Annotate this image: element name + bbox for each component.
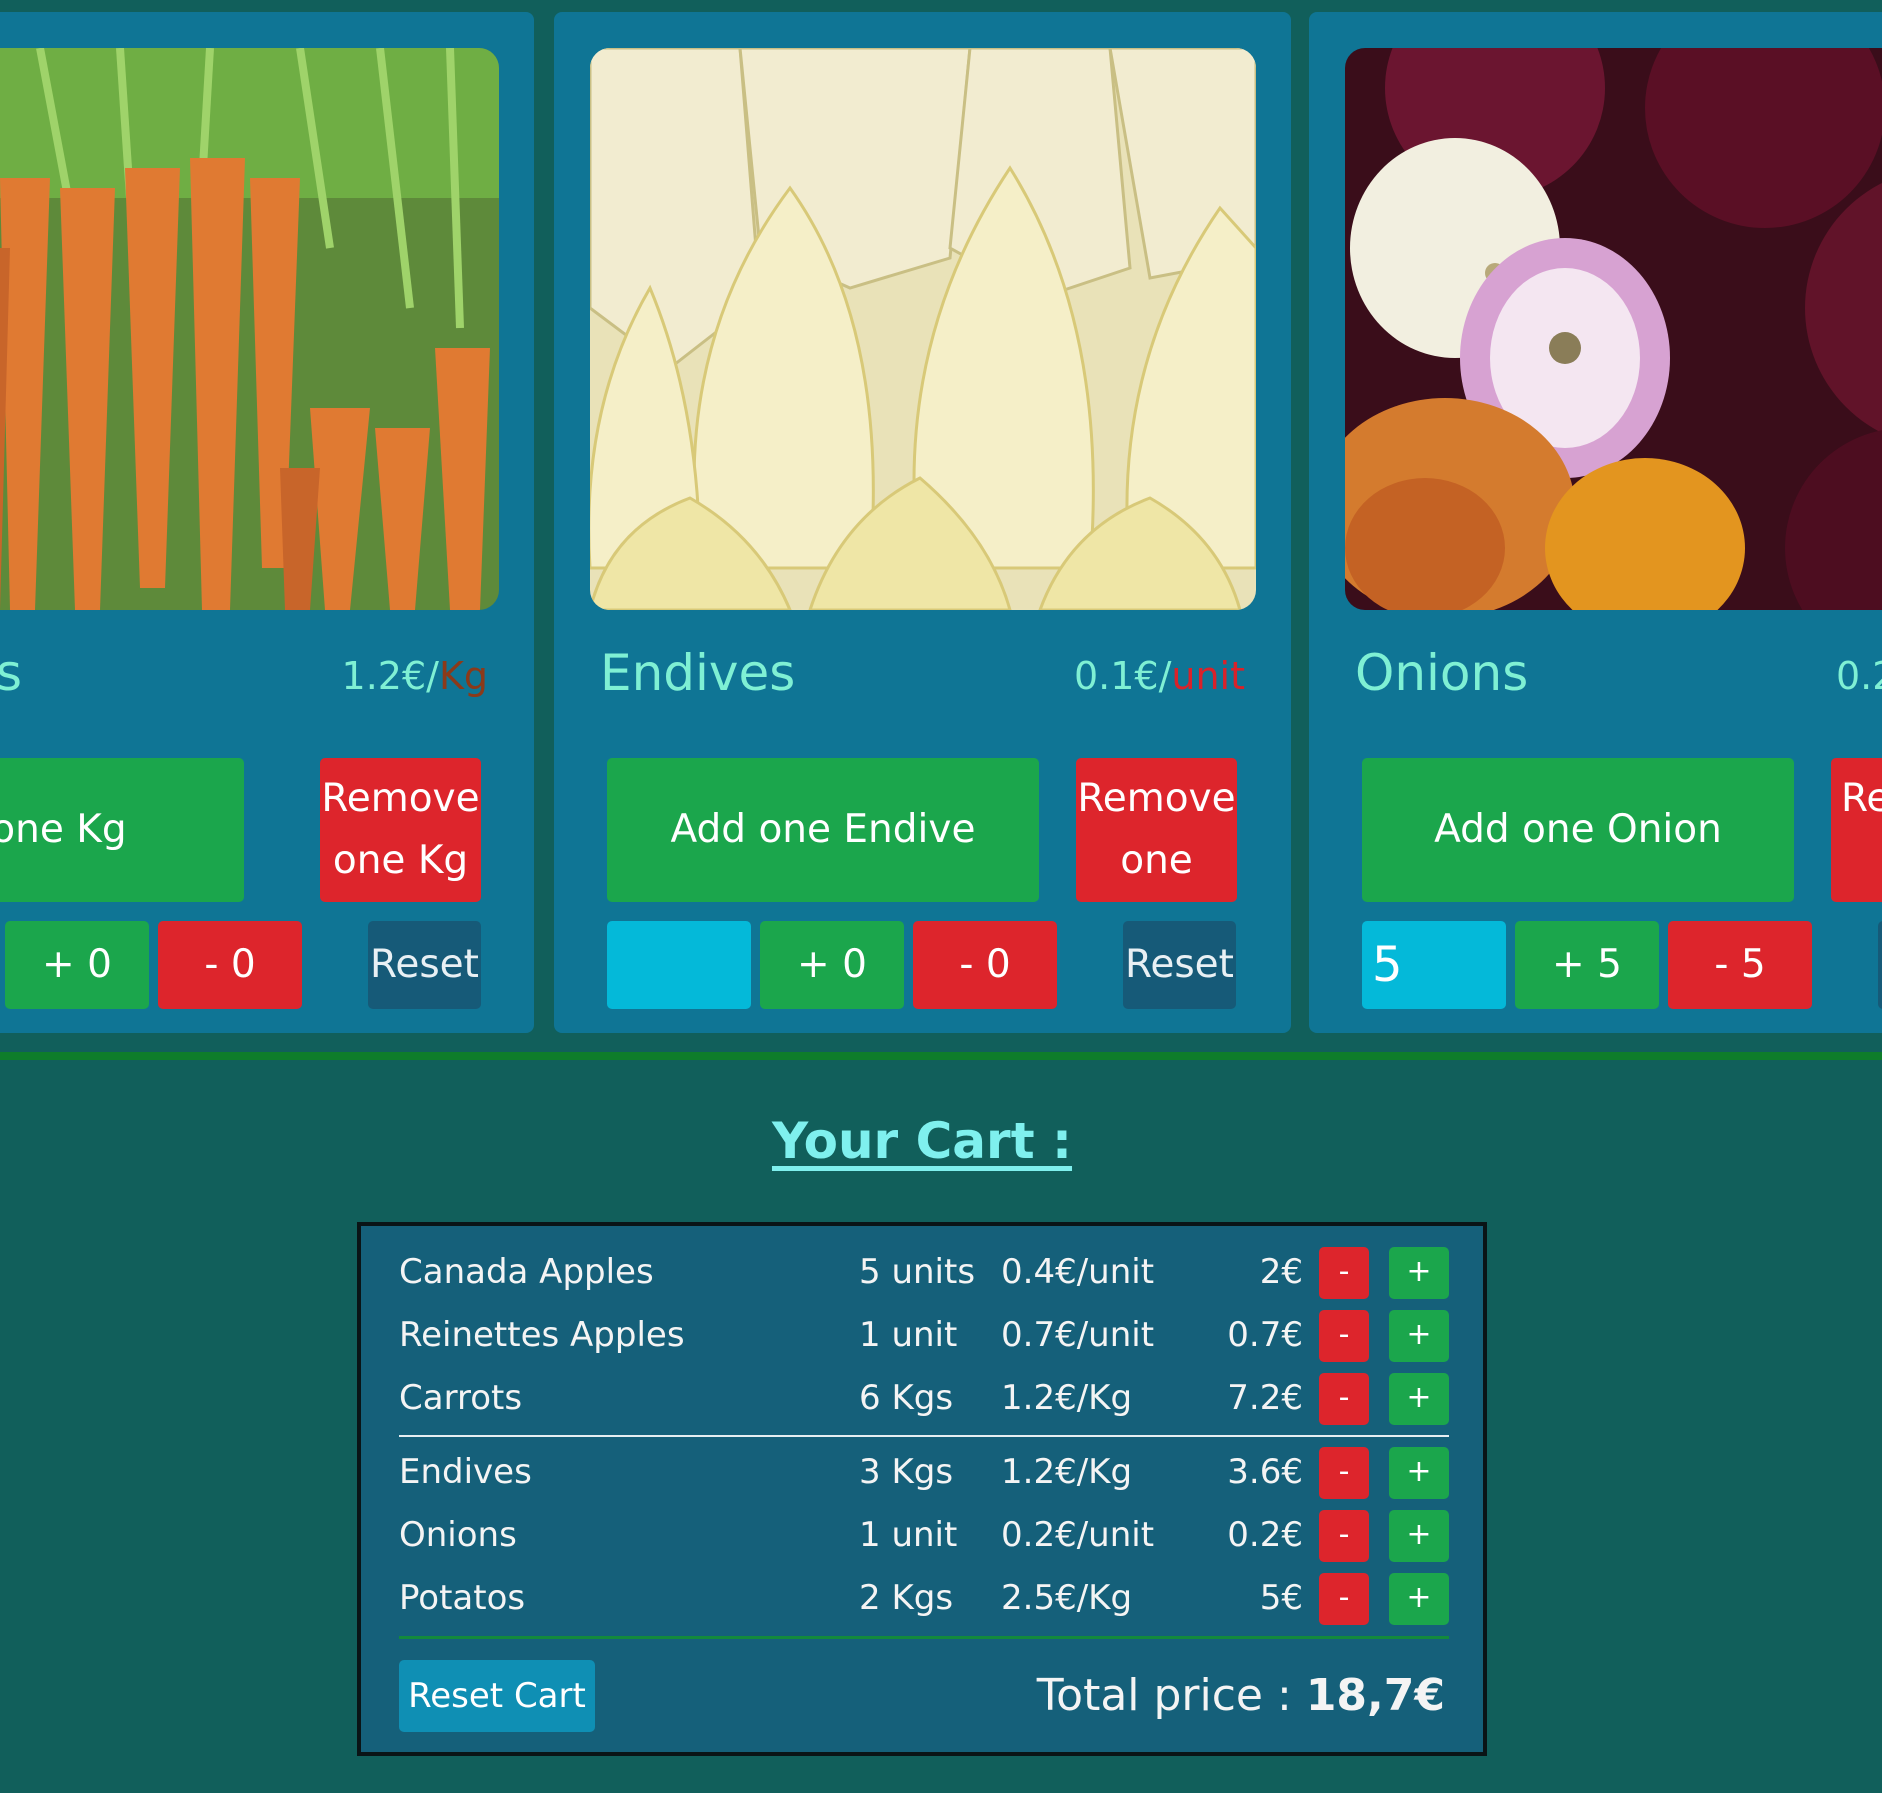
- cart-row: Carrots 6 Kgs 1.2€/Kg 7.2€ - +: [399, 1367, 1449, 1430]
- increase-button[interactable]: +: [1389, 1373, 1449, 1425]
- total-label: Total price :: [1036, 1670, 1306, 1721]
- reset-button[interactable]: Reset: [1123, 921, 1236, 1009]
- remove-one-button[interactable]: Re: [1831, 758, 1882, 902]
- item-unit-price: 1.2€/Kg: [1001, 1452, 1133, 1492]
- cart-row: Onions 1 unit 0.2€/unit 0.2€ - +: [399, 1504, 1449, 1567]
- add-one-button[interactable]: Add one Onion: [1362, 758, 1794, 902]
- decrease-button[interactable]: -: [1319, 1447, 1369, 1499]
- onions-image: [1345, 48, 1882, 610]
- quantity-input[interactable]: [607, 921, 751, 1009]
- product-name: s: [0, 644, 23, 702]
- remove-label-line1: Remove: [1077, 776, 1236, 821]
- item-total: 0.7€: [1227, 1315, 1303, 1355]
- carrots-image: [0, 48, 499, 610]
- minus-amount-button[interactable]: - 0: [913, 921, 1057, 1009]
- cart-row: Potatos 2 Kgs 2.5€/Kg 5€ - +: [399, 1567, 1449, 1630]
- reset-button[interactable]: [1878, 921, 1882, 1009]
- increase-button[interactable]: +: [1389, 1310, 1449, 1362]
- item-unit-price: 0.2€/unit: [1001, 1515, 1155, 1555]
- item-name: Carrots: [399, 1378, 523, 1418]
- add-one-button[interactable]: dd one Kg: [0, 758, 244, 902]
- item-name: Endives: [399, 1452, 532, 1492]
- product-card-onions: Onions 0.2 Add one Onion Re 5 + 5 - 5: [1309, 12, 1882, 1033]
- product-list: s 1.2€/Kg dd one Kg Remove one Kg + 0 - 0…: [0, 0, 1882, 1052]
- item-total: 5€: [1259, 1578, 1303, 1618]
- item-total: 0.2€: [1227, 1515, 1303, 1555]
- remove-label-line2: one: [1120, 838, 1193, 883]
- item-quantity: 5 units: [859, 1252, 976, 1292]
- cart-row: Endives 3 Kgs 1.2€/Kg 3.6€ - +: [399, 1441, 1449, 1504]
- product-price: 0.2: [1836, 654, 1882, 698]
- item-total: 7.2€: [1227, 1378, 1303, 1418]
- cart-row: Canada Apples 5 units 0.4€/unit 2€ - +: [399, 1241, 1449, 1304]
- plus-amount-button[interactable]: + 0: [5, 921, 149, 1009]
- section-divider: [0, 1052, 1882, 1060]
- increase-button[interactable]: +: [1389, 1510, 1449, 1562]
- item-quantity: 3 Kgs: [859, 1452, 954, 1492]
- item-name: Canada Apples: [399, 1252, 654, 1292]
- item-unit-price: 1.2€/Kg: [1001, 1378, 1133, 1418]
- remove-label-line1: Remove: [321, 776, 480, 821]
- decrease-button[interactable]: -: [1319, 1573, 1369, 1625]
- item-unit-price: 0.7€/unit: [1001, 1315, 1155, 1355]
- reset-cart-button[interactable]: Reset Cart: [399, 1660, 595, 1732]
- item-name: Potatos: [399, 1578, 526, 1618]
- item-total: 3.6€: [1227, 1452, 1303, 1492]
- cart-separator: [399, 1435, 1449, 1437]
- minus-amount-button[interactable]: - 5: [1668, 921, 1812, 1009]
- cart-row: Reinettes Apples 1 unit 0.7€/unit 0.7€ -…: [399, 1304, 1449, 1367]
- reset-button[interactable]: Reset: [368, 921, 481, 1009]
- remove-label-line1: Re: [1841, 776, 1882, 821]
- item-total: 2€: [1259, 1252, 1303, 1292]
- decrease-button[interactable]: -: [1319, 1510, 1369, 1562]
- remove-label-line2: one Kg: [332, 838, 469, 883]
- total-price: Total price : 18,7€: [1037, 1660, 1445, 1732]
- product-price: 0.1€/unit: [1073, 654, 1245, 698]
- minus-amount-button[interactable]: - 0: [158, 921, 302, 1009]
- cart-total-separator: [399, 1636, 1449, 1639]
- increase-button[interactable]: +: [1389, 1573, 1449, 1625]
- decrease-button[interactable]: -: [1319, 1247, 1369, 1299]
- increase-button[interactable]: +: [1389, 1247, 1449, 1299]
- plus-amount-button[interactable]: + 0: [760, 921, 904, 1009]
- increase-button[interactable]: +: [1389, 1447, 1449, 1499]
- product-name: Onions: [1355, 644, 1529, 702]
- remove-one-button[interactable]: Remove one: [1076, 758, 1237, 902]
- item-quantity: 2 Kgs: [859, 1578, 954, 1618]
- item-name: Onions: [399, 1515, 517, 1555]
- item-quantity: 1 unit: [859, 1315, 958, 1355]
- item-name: Reinettes Apples: [399, 1315, 685, 1355]
- item-quantity: 1 unit: [859, 1515, 958, 1555]
- remove-one-button[interactable]: Remove one Kg: [320, 758, 481, 902]
- item-unit-price: 0.4€/unit: [1001, 1252, 1155, 1292]
- cart-title: Your Cart :: [771, 1112, 1073, 1170]
- product-price: 1.2€/Kg: [341, 654, 488, 698]
- product-card-carrots: s 1.2€/Kg dd one Kg Remove one Kg + 0 - 0…: [0, 12, 534, 1033]
- decrease-button[interactable]: -: [1319, 1373, 1369, 1425]
- add-one-button[interactable]: Add one Endive: [607, 758, 1039, 902]
- cart-panel: Canada Apples 5 units 0.4€/unit 2€ - + R…: [357, 1222, 1487, 1756]
- item-quantity: 6 Kgs: [859, 1378, 954, 1418]
- product-card-endives: Endives 0.1€/unit Add one Endive Remove o…: [554, 12, 1291, 1033]
- endives-image: [590, 48, 1256, 610]
- quantity-input[interactable]: 5: [1362, 921, 1506, 1009]
- decrease-button[interactable]: -: [1319, 1310, 1369, 1362]
- product-name: Endives: [600, 644, 796, 702]
- item-unit-price: 2.5€/Kg: [1001, 1578, 1133, 1618]
- plus-amount-button[interactable]: + 5: [1515, 921, 1659, 1009]
- total-value: 18,7€: [1305, 1670, 1445, 1721]
